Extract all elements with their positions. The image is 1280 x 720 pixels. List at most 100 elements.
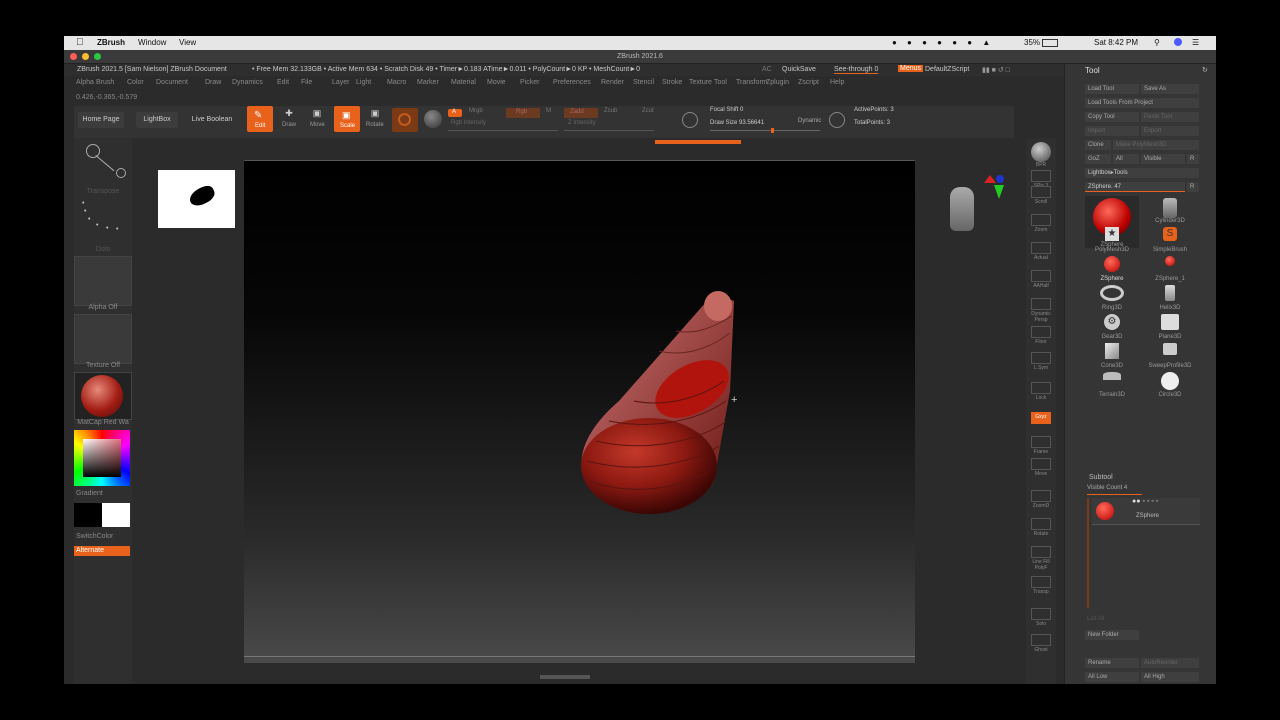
scroll-icon[interactable] xyxy=(1031,186,1051,198)
list-all-button[interactable]: List All xyxy=(1087,616,1104,622)
subtool-scrollbar[interactable] xyxy=(1087,498,1089,608)
menu-help[interactable]: Help xyxy=(830,79,844,86)
circle3d-tool[interactable]: Circle3D xyxy=(1143,370,1197,398)
actual-icon[interactable] xyxy=(1031,242,1051,254)
quicksave-button[interactable]: QuickSave xyxy=(782,66,816,73)
clone-button[interactable]: Clone xyxy=(1085,140,1111,150)
r-button-2[interactable]: R xyxy=(1187,182,1199,192)
menu-transform[interactable]: Transform xyxy=(736,79,768,86)
zsphere-1-tool[interactable]: ZSphere_1 xyxy=(1143,254,1197,282)
menu-zplugin[interactable]: Zplugin xyxy=(766,79,789,86)
a-toggle[interactable]: A xyxy=(448,109,462,117)
r-button[interactable]: R xyxy=(1187,154,1199,164)
subtool-visibility-icons[interactable]: ●● ◦ ◦ ◦ ◦ xyxy=(1132,498,1158,505)
zadd-toggle[interactable]: Zadd xyxy=(564,108,598,118)
dots-stroke-icon[interactable]: • • • • • • xyxy=(78,198,128,242)
live-boolean-button[interactable]: Live Boolean xyxy=(187,112,237,128)
canvas-bottom-scroll[interactable] xyxy=(244,656,915,657)
alpha-brush-preview[interactable] xyxy=(158,170,235,228)
transpose-brush-icon[interactable] xyxy=(76,138,130,188)
scale-button[interactable]: ▣ Scale xyxy=(334,106,360,132)
zoomd-icon[interactable] xyxy=(1031,490,1051,502)
draw-button[interactable]: ✚ Draw xyxy=(278,108,300,132)
defaultzscript-button[interactable]: DefaultZScript xyxy=(925,66,969,73)
transp-icon[interactable] xyxy=(1031,576,1051,588)
rotate-button[interactable]: ▣ Rotate xyxy=(364,108,386,132)
focal-shift-slider[interactable]: Focal Shift 0 xyxy=(710,107,743,113)
zsub-label[interactable]: Zsub xyxy=(604,108,617,114)
all-high-button[interactable]: All High xyxy=(1141,672,1199,682)
menu-marker[interactable]: Marker xyxy=(417,79,439,86)
navigation-head-gizmo[interactable] xyxy=(950,175,1004,247)
ghost-icon[interactable] xyxy=(1031,634,1051,646)
move-button[interactable]: ▣ Move xyxy=(306,108,328,132)
apple-icon[interactable]:  xyxy=(76,37,84,48)
visible-button[interactable]: Visible xyxy=(1141,154,1185,164)
menu-tool[interactable]: Tool xyxy=(714,79,727,86)
z-intensity-slider[interactable]: Z Intensity xyxy=(568,120,596,126)
viewport-canvas[interactable]: + xyxy=(244,160,1004,663)
m-label[interactable]: M xyxy=(546,108,551,114)
texture-sphere-icon[interactable] xyxy=(424,110,442,128)
tool-title[interactable]: Tool xyxy=(1085,66,1100,75)
close-window-icon[interactable] xyxy=(70,53,77,60)
menu-macro[interactable]: Macro xyxy=(387,79,406,86)
control-center-icon[interactable]: ☰ xyxy=(1192,38,1199,47)
zcut-label[interactable]: Zcut xyxy=(642,108,654,114)
cone3d-tool[interactable]: Cone3D xyxy=(1085,341,1139,369)
move-icon[interactable] xyxy=(1031,458,1051,470)
lsym-icon[interactable] xyxy=(1031,352,1051,364)
plane3d-tool[interactable]: Plane3D xyxy=(1143,312,1197,340)
gear3d-tool[interactable]: ⚙ Gear3D xyxy=(1085,312,1139,340)
make-polymesh-button[interactable]: Make PolyMesh3D xyxy=(1113,140,1199,150)
persp-icon[interactable] xyxy=(1031,298,1051,310)
lock-icon[interactable] xyxy=(1031,382,1051,394)
alpha-slot[interactable] xyxy=(74,256,132,306)
import-button[interactable]: Import xyxy=(1085,126,1139,136)
copy-tool-button[interactable]: Copy Tool xyxy=(1085,112,1139,122)
menu-stencil[interactable]: Stencil xyxy=(633,79,654,86)
minimize-window-icon[interactable] xyxy=(82,53,89,60)
paste-tool-button[interactable]: Paste Tool xyxy=(1141,112,1199,122)
lightbox-tools-button[interactable]: Lightbox▸Tools xyxy=(1085,168,1199,178)
app-menu-zbrush[interactable]: ZBrush xyxy=(97,38,125,47)
switchcolor-label[interactable]: SwitchColor xyxy=(76,533,134,540)
menu-edit[interactable]: Edit xyxy=(277,79,289,86)
home-page-button[interactable]: Home Page xyxy=(78,112,124,128)
cylinder3d-tool[interactable]: Cylinder3D xyxy=(1143,196,1197,224)
simplebrush-tool[interactable]: S SimpleBrush xyxy=(1143,225,1197,253)
mac-menu-window[interactable]: Window xyxy=(138,38,166,47)
color-picker[interactable] xyxy=(74,430,130,486)
menu-brush[interactable]: Brush xyxy=(96,79,114,86)
material-slot[interactable] xyxy=(74,372,132,420)
texture-slot[interactable] xyxy=(74,314,132,364)
primary-color-swatch[interactable] xyxy=(74,503,102,527)
layout-icons[interactable]: ▮▮ ■ ↺ □ xyxy=(982,66,1010,74)
terrain3d-tool[interactable]: Terrain3D xyxy=(1085,370,1139,398)
alternate-button[interactable]: Alternate xyxy=(74,546,130,556)
draw-size-slider[interactable]: Draw Size 93.56641 xyxy=(710,120,764,126)
secondary-color-swatch[interactable] xyxy=(102,503,130,527)
menu-alpha[interactable]: Alpha xyxy=(76,79,94,86)
subtool-title[interactable]: Subtool xyxy=(1089,474,1113,481)
zoom-icon[interactable] xyxy=(1031,214,1051,226)
ac-button[interactable]: AC xyxy=(762,66,772,73)
autoreorder-button[interactable]: AutoReorder xyxy=(1141,658,1199,668)
lightbox-button[interactable]: LightBox xyxy=(136,112,178,128)
frame-icon[interactable] xyxy=(1031,436,1051,448)
helix3d-tool[interactable]: Helix3D xyxy=(1143,283,1197,311)
rgb-intensity-slider[interactable]: Rgb Intensity xyxy=(451,120,486,126)
rgb-toggle[interactable]: Rgb xyxy=(506,108,540,118)
menu-texture[interactable]: Texture xyxy=(689,79,712,86)
color-picker-square[interactable] xyxy=(83,439,121,477)
focal-icon[interactable] xyxy=(682,112,698,128)
draw-size-handle[interactable] xyxy=(771,128,774,133)
zsphere-tool-2[interactable]: ZSphere xyxy=(1085,254,1139,282)
menu-draw[interactable]: Draw xyxy=(205,79,221,86)
edit-button[interactable]: ✎ Edit xyxy=(247,106,273,132)
menu-layer[interactable]: Layer xyxy=(332,79,350,86)
goz-button[interactable]: GoZ xyxy=(1085,154,1111,164)
spix-icon[interactable] xyxy=(1031,170,1051,182)
mac-menu-view[interactable]: View xyxy=(179,38,196,47)
new-folder-button[interactable]: New Folder xyxy=(1085,630,1139,640)
